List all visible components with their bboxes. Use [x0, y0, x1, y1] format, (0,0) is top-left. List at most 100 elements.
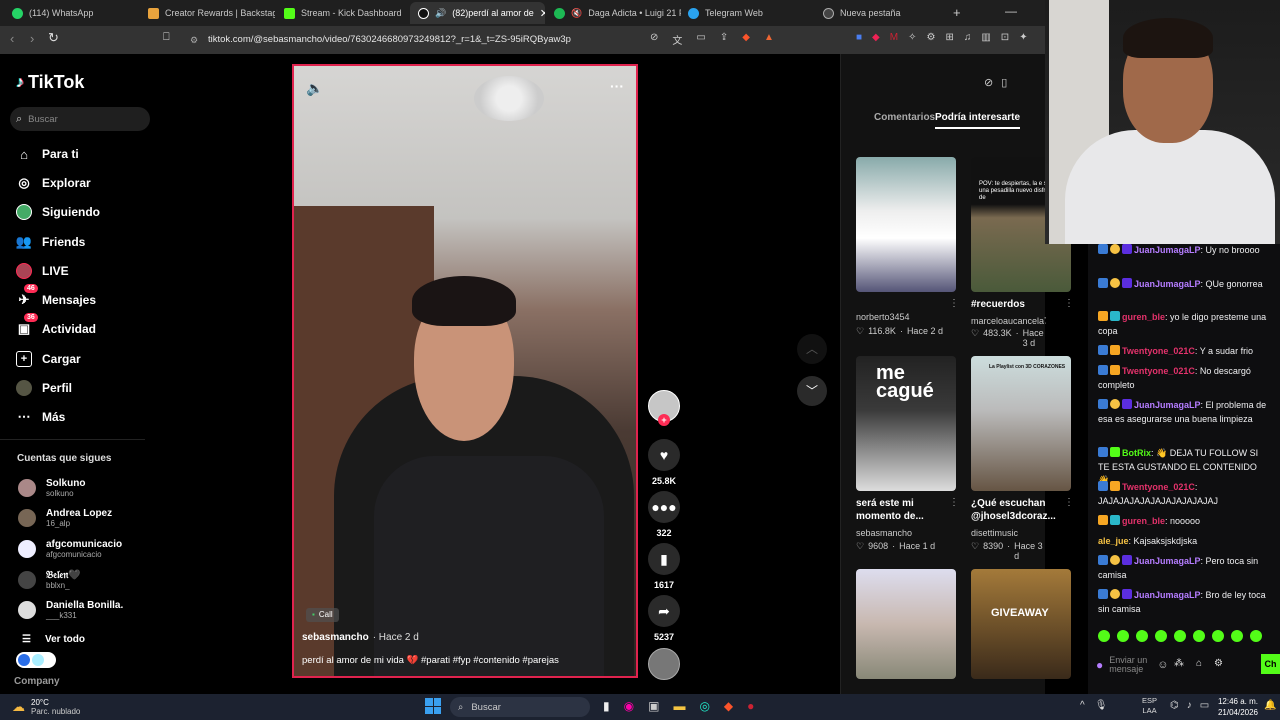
follow-plus-icon[interactable]: +	[658, 414, 670, 426]
emote-icon[interactable]	[1155, 630, 1167, 642]
app-toggle[interactable]	[16, 652, 56, 668]
following-item[interactable]: 𝔅𝔢𝔩𝔢𝔫🖤 bblxn_	[18, 570, 81, 590]
nav-explorar[interactable]: ◎ Explorar	[16, 175, 90, 191]
nav-cargar[interactable]: + Cargar	[16, 351, 81, 367]
emote-icon[interactable]	[1174, 630, 1186, 642]
edge-icon[interactable]: ◎	[699, 699, 709, 713]
video-author[interactable]: sebasmancho	[302, 632, 369, 643]
chat-user[interactable]: Twentyone_021C	[1122, 346, 1195, 356]
more-icon[interactable]: ⋮	[1064, 298, 1074, 309]
more-options-icon[interactable]: ···	[610, 78, 624, 94]
company-link[interactable]: Company	[14, 676, 60, 687]
extension-window-icon[interactable]: ⊞	[945, 32, 953, 43]
video-thumbnail[interactable]	[856, 569, 956, 679]
tab-telegram[interactable]: Telegram Web	[680, 2, 815, 24]
emote-icon[interactable]	[1231, 630, 1243, 642]
card-user[interactable]: norberto3454	[856, 312, 910, 322]
obs-icon[interactable]: ●	[747, 699, 754, 713]
close-tab-icon[interactable]: ✕	[540, 7, 545, 20]
next-video-button[interactable]: ﹀	[797, 376, 827, 406]
tiktok-logo[interactable]: ♪ TikTok	[16, 72, 84, 93]
following-item[interactable]: Daniella Bonilla. ___k331	[18, 600, 123, 620]
see-all-link[interactable]: ☰ Ver todo	[22, 634, 85, 645]
extension-sidebar-icon[interactable]: ▥	[981, 32, 990, 43]
chat-user[interactable]: JuanJumagaLP	[1134, 556, 1201, 566]
tab-new-tab[interactable]: Nueva pestaña	[815, 2, 950, 24]
bookmark-icon[interactable]: ⎕	[163, 31, 170, 44]
store-icon[interactable]: ⌂	[1196, 658, 1202, 669]
volume-icon[interactable]: ♪	[1187, 700, 1192, 711]
nav-actividad[interactable]: ▣ 36 Actividad	[16, 313, 96, 337]
like-button[interactable]: ♥	[648, 439, 680, 471]
mic-icon[interactable]: ●	[1096, 659, 1103, 671]
more-icon[interactable]: ⋮	[949, 298, 959, 309]
tab-whatsapp[interactable]: (114) WhatsApp	[4, 2, 139, 24]
chat-user[interactable]: Twentyone_021C	[1122, 482, 1195, 492]
save-button[interactable]: ▮	[648, 543, 680, 575]
nav-perfil[interactable]: Perfil	[16, 380, 72, 396]
nav-para-ti[interactable]: ⌂ Para ti	[16, 146, 79, 162]
extension-translate-icon[interactable]: ■	[856, 32, 862, 43]
comment-button[interactable]: ●●●	[648, 491, 680, 523]
clock[interactable]: 12:46 a. m. 21/04/2026	[1208, 696, 1258, 718]
notifications-icon[interactable]: 🔔	[1264, 700, 1276, 711]
extension-wallet-icon[interactable]: ⊡	[1001, 32, 1009, 43]
video-thumbnail[interactable]	[856, 157, 956, 292]
terminal-icon[interactable]: ▣	[648, 699, 659, 713]
forward-icon[interactable]: ›	[30, 31, 34, 46]
emote-icon[interactable]	[1212, 630, 1224, 642]
extension-leo-icon[interactable]: ✦	[1019, 32, 1027, 43]
chat-user[interactable]: JuanJumagaLP	[1134, 400, 1201, 410]
chat-user[interactable]: Twentyone_021C	[1122, 366, 1195, 376]
chat-user[interactable]: JuanJumagaLP	[1134, 279, 1201, 289]
card-user[interactable]: disettimusic	[971, 528, 1018, 538]
following-item[interactable]: afgcomunicacio afgcomunicacio	[18, 539, 122, 559]
mic-icon[interactable]: 🎙	[1095, 700, 1108, 711]
video-thumbnail[interactable]: GIVEAWAY	[971, 569, 1071, 679]
chat-user[interactable]: guren_ble	[1122, 516, 1165, 526]
copilot-icon[interactable]: ◉	[624, 699, 634, 713]
emote-icon[interactable]	[1136, 630, 1148, 642]
card-caption[interactable]: #recuerdos	[971, 298, 1076, 311]
windows-start-button[interactable]	[425, 698, 441, 714]
nav-friends[interactable]: 👥 Friends	[16, 234, 85, 250]
call-badge[interactable]: ▪ Call	[306, 608, 339, 622]
extension-m-icon[interactable]: M	[890, 32, 898, 43]
volume-icon[interactable]: 🔈	[306, 80, 323, 97]
chat-user[interactable]: BotRix	[1122, 448, 1151, 458]
chat-input[interactable]: ● Enviar un mensaje ☺	[1096, 650, 1186, 680]
card-user[interactable]: marceloaucancela74	[971, 316, 1046, 326]
more-icon[interactable]: ⋮	[1064, 497, 1074, 508]
minimize-button[interactable]: —	[1005, 4, 1017, 18]
chat-user[interactable]: JuanJumagaLP	[1134, 590, 1201, 600]
extension-fox-icon[interactable]: ◆	[872, 32, 880, 43]
emote-icon[interactable]	[1250, 630, 1262, 642]
brave-icon[interactable]: ◆	[724, 699, 733, 713]
tab-creator-rewards[interactable]: Creator Rewards | Backstage	[140, 2, 275, 24]
card-caption[interactable]: será este mi momento de...	[856, 497, 961, 523]
emote-icon[interactable]	[1193, 630, 1205, 642]
language-indicator[interactable]: ESP LAA	[1142, 696, 1157, 716]
prev-video-button[interactable]: ︿	[797, 334, 827, 364]
search-input[interactable]: ⌕ Buscar	[10, 107, 150, 131]
chevron-up-icon[interactable]: ^	[1080, 700, 1085, 711]
nav-siguiendo[interactable]: Siguiendo	[16, 204, 100, 220]
back-icon[interactable]: ‹	[10, 31, 14, 46]
extension-music-icon[interactable]: ♫	[964, 32, 972, 43]
tab-comentarios[interactable]: Comentarios	[874, 112, 935, 123]
following-item[interactable]: Andrea Lopez 16_alp	[18, 508, 112, 528]
extension-settings-icon[interactable]: ⚙	[926, 32, 935, 43]
tab-tiktok-video[interactable]: 🔊 (82)perdí al amor de ✕	[410, 2, 545, 24]
chat-user[interactable]: JuanJumagaLP	[1134, 245, 1201, 255]
weather-widget[interactable]: ☁ 20°C Parc. nublado	[12, 698, 80, 716]
tab-podria-interesarte[interactable]: Podría interesarte	[935, 112, 1021, 129]
taskbar-search[interactable]: ⌕ Buscar	[450, 697, 590, 717]
video-thumbnail[interactable]: me cagué	[856, 356, 956, 491]
chat-user[interactable]: guren_ble	[1122, 312, 1165, 322]
emote-icon[interactable]	[1117, 630, 1129, 642]
extension-puzzle-icon[interactable]: ✧	[908, 32, 916, 43]
nav-live[interactable]: LIVE	[16, 263, 69, 279]
reload-icon[interactable]: ↻	[48, 30, 59, 46]
share-button[interactable]: ➦	[648, 595, 680, 627]
tab-kick-dashboard[interactable]: Stream - Kick Dashboard	[276, 2, 411, 24]
